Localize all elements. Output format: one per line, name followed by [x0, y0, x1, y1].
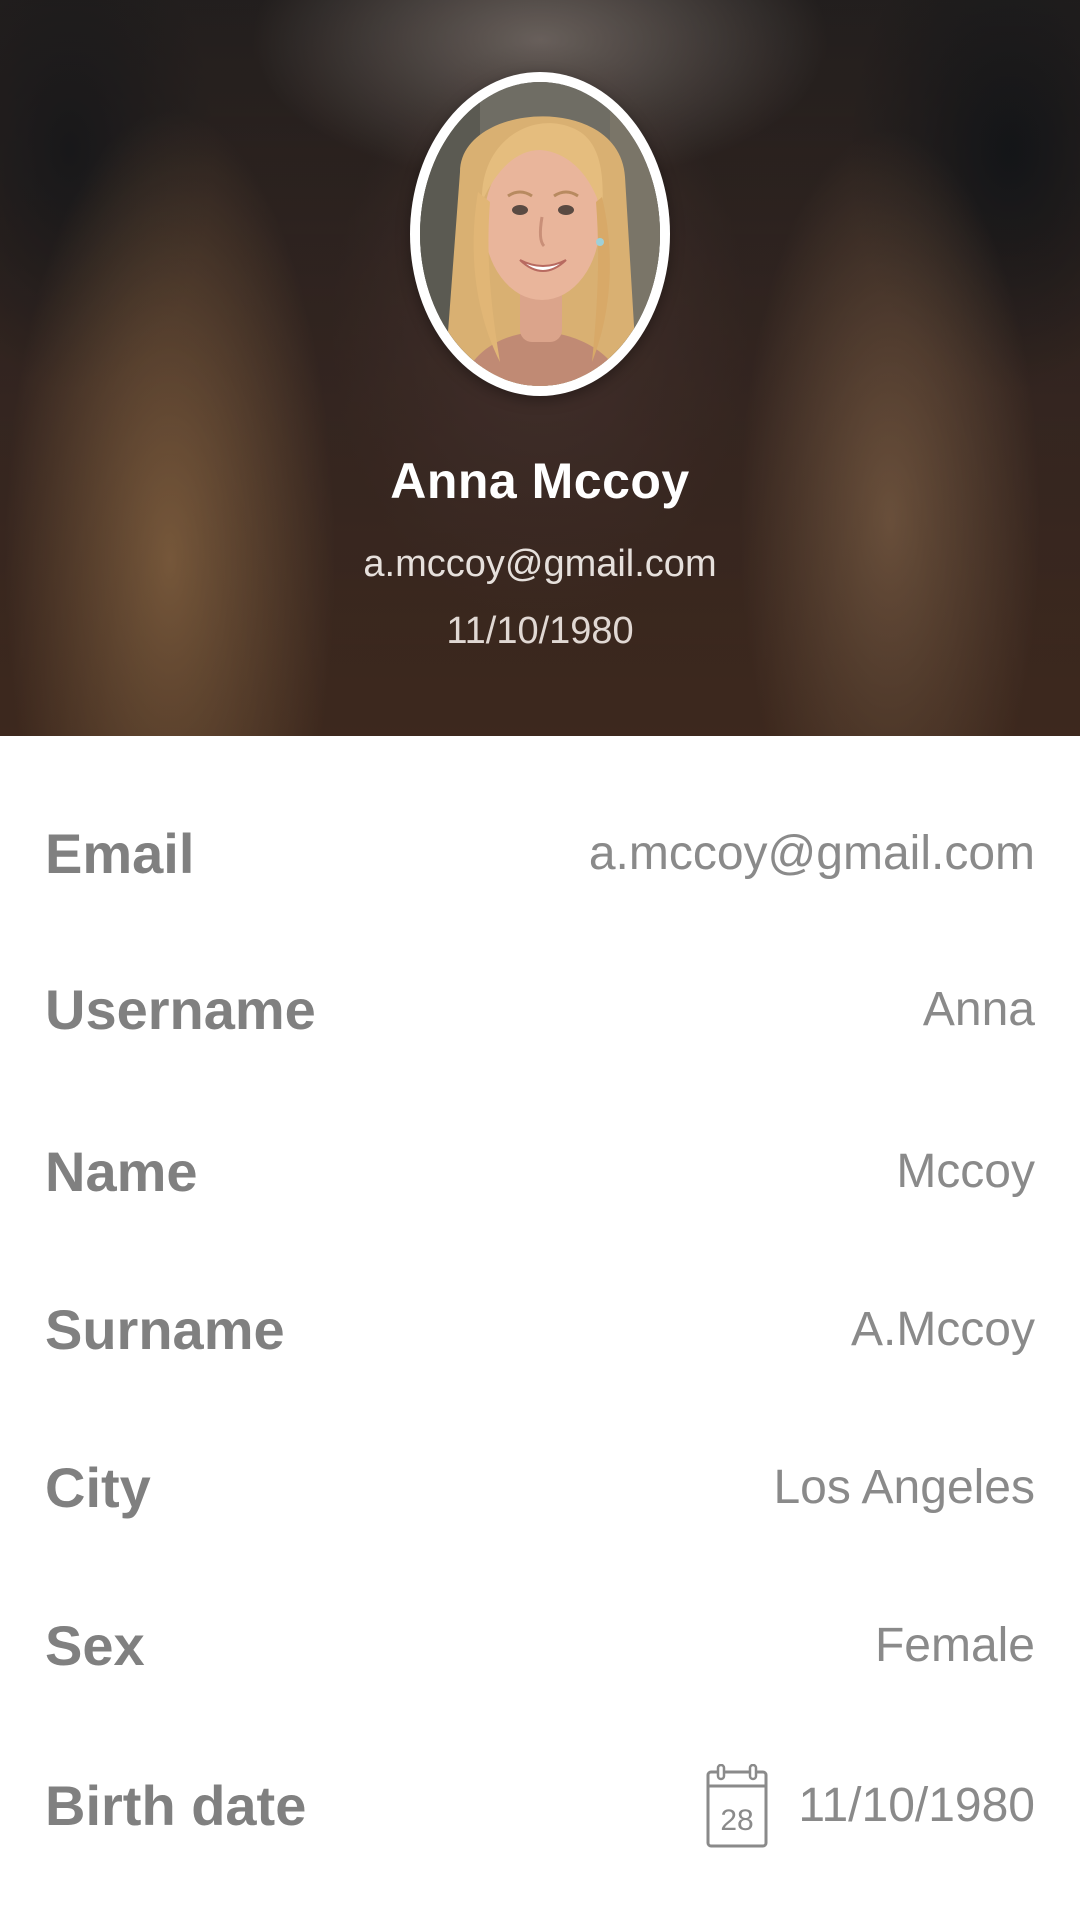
profile-name: Anna Mccoy: [390, 453, 690, 509]
email-label: Email: [45, 822, 195, 885]
avatar[interactable]: [410, 72, 670, 396]
name-value: Mccoy: [896, 1145, 1035, 1198]
sex-label: Sex: [45, 1614, 145, 1677]
birth-date-value[interactable]: 11/10/1980: [798, 1756, 1035, 1856]
surname-label: Surname: [45, 1298, 285, 1361]
email-value: a.mccoy@gmail.com: [588, 827, 1035, 880]
profile-photo-icon: [420, 82, 660, 386]
detail-row-email: Email a.mccoy@gmail.com: [0, 804, 1080, 904]
avatar-photo: [420, 82, 660, 386]
profile-header: Anna Mccoy a.mccoy@gmail.com 11/10/1980: [0, 0, 1080, 736]
detail-row-surname: Surname A.Mccoy: [0, 1280, 1080, 1380]
detail-row-birth-date: Birth date 28 11/10/1980: [0, 1756, 1080, 1856]
city-value: Los Angeles: [773, 1461, 1035, 1514]
birth-date-picker[interactable]: 28 11/10/1980: [706, 1756, 1035, 1856]
birth-date-label: Birth date: [45, 1774, 307, 1837]
sex-value: Female: [874, 1619, 1035, 1672]
profile-email: a.mccoy@gmail.com: [363, 543, 717, 585]
calendar-day: 28: [721, 1804, 754, 1837]
surname-value: A.Mccoy: [850, 1303, 1035, 1356]
detail-row-name: Name Mccoy: [0, 1122, 1080, 1222]
detail-row-sex: Sex Female: [0, 1596, 1080, 1696]
detail-row-city: City Los Angeles: [0, 1438, 1080, 1538]
city-label: City: [45, 1456, 151, 1519]
calendar-icon: 28: [706, 1764, 768, 1848]
username-value: Anna: [922, 983, 1035, 1036]
detail-row-username: Username Anna: [0, 960, 1080, 1060]
profile-birth-date: 11/10/1980: [446, 610, 634, 652]
username-label: Username: [45, 978, 316, 1041]
name-label: Name: [45, 1140, 198, 1203]
